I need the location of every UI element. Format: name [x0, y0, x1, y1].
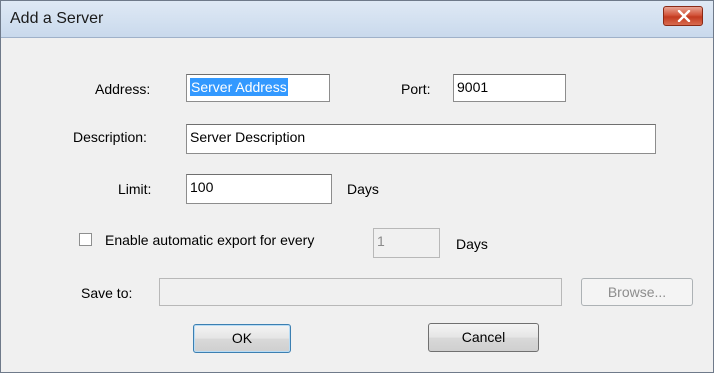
- ok-button[interactable]: OK: [193, 324, 291, 353]
- window-title: Add a Server: [10, 10, 104, 27]
- auto-export-checkbox[interactable]: [79, 233, 92, 246]
- title-bar[interactable]: Add a Server: [1, 1, 713, 38]
- address-label: Address:: [95, 81, 151, 97]
- address-value: Server Address: [190, 78, 288, 96]
- export-interval-input[interactable]: 1: [373, 228, 440, 258]
- port-input[interactable]: 9001: [453, 74, 566, 102]
- save-to-label: Save to:: [81, 285, 133, 301]
- description-input[interactable]: Server Description: [186, 124, 656, 154]
- close-button[interactable]: [663, 6, 703, 26]
- limit-unit-label: Days: [347, 181, 379, 197]
- browse-button[interactable]: Browse...: [581, 278, 693, 306]
- save-to-input[interactable]: [159, 278, 562, 306]
- limit-label: Limit:: [118, 181, 152, 197]
- export-unit-label: Days: [456, 236, 488, 252]
- auto-export-label[interactable]: Enable automatic export for every: [105, 232, 314, 248]
- dialog-body: Address: Server Address Port: 9001 Descr…: [1, 38, 713, 372]
- port-label: Port:: [401, 81, 431, 97]
- cancel-button[interactable]: Cancel: [428, 323, 539, 352]
- add-server-dialog: Add a Server Address: Server Address Por…: [0, 0, 714, 373]
- address-input[interactable]: Server Address: [186, 74, 330, 102]
- limit-input[interactable]: 100: [186, 174, 332, 204]
- close-icon: [677, 10, 691, 22]
- description-label: Description:: [73, 129, 147, 145]
